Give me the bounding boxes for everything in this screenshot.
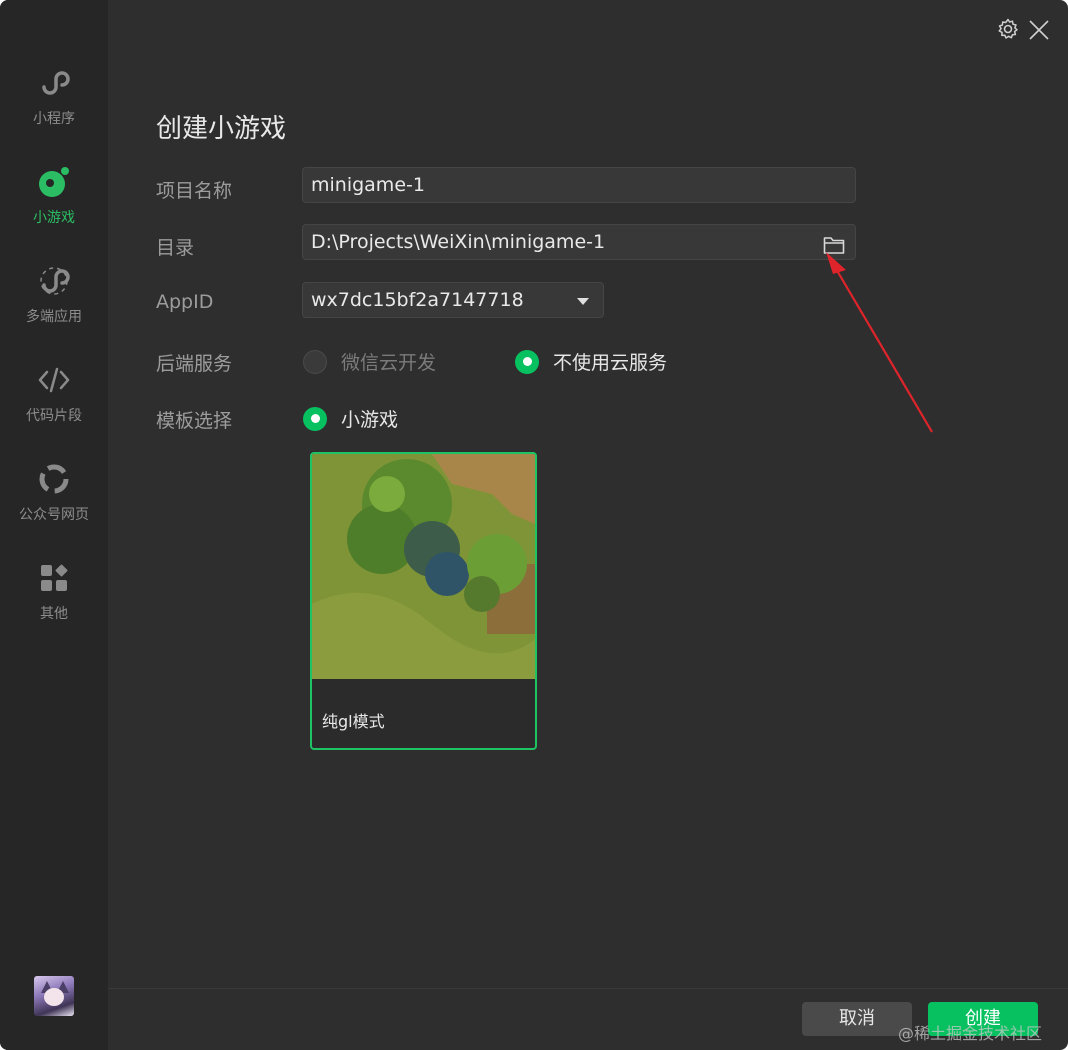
mini-game-icon [37, 165, 71, 199]
radio-button[interactable] [303, 349, 327, 374]
apps-grid-icon [37, 561, 71, 595]
radio-template-mini-game[interactable]: 小游戏 [303, 405, 398, 432]
radio-wechat-cloud[interactable]: 微信云开发 [303, 348, 436, 375]
sidebar-item-label: 代码片段 [26, 408, 82, 424]
radio-no-cloud[interactable]: 不使用云服务 [515, 348, 667, 375]
sidebar-item-mini-program[interactable]: 小程序 [0, 66, 108, 146]
cancel-button[interactable]: 取消 [802, 1002, 912, 1036]
project-name-field [302, 167, 856, 203]
template-preview-image [312, 454, 535, 679]
project-name-input[interactable] [311, 168, 791, 202]
directory-input[interactable] [311, 225, 801, 259]
code-icon [37, 363, 71, 397]
project-name-label: 项目名称 [156, 180, 233, 202]
footer-divider [108, 988, 1068, 989]
sidebar-item-label: 小游戏 [33, 210, 75, 226]
sidebar-item-label: 小程序 [33, 111, 75, 127]
sidebar-item-mini-game[interactable]: 小游戏 [0, 165, 108, 245]
close-icon[interactable] [1029, 20, 1049, 44]
template-card-pure-gl[interactable]: 纯gl模式 [310, 452, 537, 750]
sidebar-item-label: 公众号网页 [19, 507, 89, 523]
appid-label: AppID [156, 291, 214, 313]
radio-label: 微信云开发 [341, 352, 437, 374]
sidebar-item-code-snippet[interactable]: 代码片段 [0, 363, 108, 443]
radio-label: 小游戏 [341, 409, 399, 431]
folder-icon[interactable] [823, 232, 845, 254]
sidebar: 小程序 小游戏 多端应用 代码片段 公众号网页 其他 [0, 0, 108, 1050]
radio-label: 不使用云服务 [553, 352, 668, 374]
create-project-dialog: 小程序 小游戏 多端应用 代码片段 公众号网页 其他 创建小游戏 项目名称 mi… [0, 0, 1068, 1050]
multi-platform-icon [37, 264, 71, 298]
user-avatar[interactable] [34, 976, 74, 1016]
chevron-down-icon [577, 298, 589, 305]
arrow-annotation [826, 252, 933, 433]
radio-button[interactable] [515, 349, 539, 374]
sidebar-item-label: 多端应用 [26, 309, 82, 325]
directory-field [302, 224, 856, 260]
official-account-icon [37, 462, 71, 496]
mini-program-icon [37, 66, 71, 100]
appid-value: wx7dc15bf2a7147718 [311, 289, 524, 311]
sidebar-item-label: 其他 [40, 606, 68, 622]
directory-label: 目录 [156, 237, 195, 259]
radio-button[interactable] [303, 406, 327, 431]
sidebar-item-official-account[interactable]: 公众号网页 [0, 462, 108, 542]
sidebar-item-multi-platform[interactable]: 多端应用 [0, 264, 108, 344]
backend-label: 后端服务 [156, 353, 233, 375]
gear-icon[interactable] [997, 18, 1019, 44]
template-card-label: 纯gl模式 [322, 712, 385, 731]
sidebar-item-other[interactable]: 其他 [0, 561, 108, 641]
template-label: 模板选择 [156, 410, 233, 432]
page-title: 创建小游戏 [156, 114, 287, 144]
appid-select[interactable]: wx7dc15bf2a7147718 [302, 282, 604, 318]
watermark: @稀土掘金技术社区 [898, 1024, 1043, 1043]
